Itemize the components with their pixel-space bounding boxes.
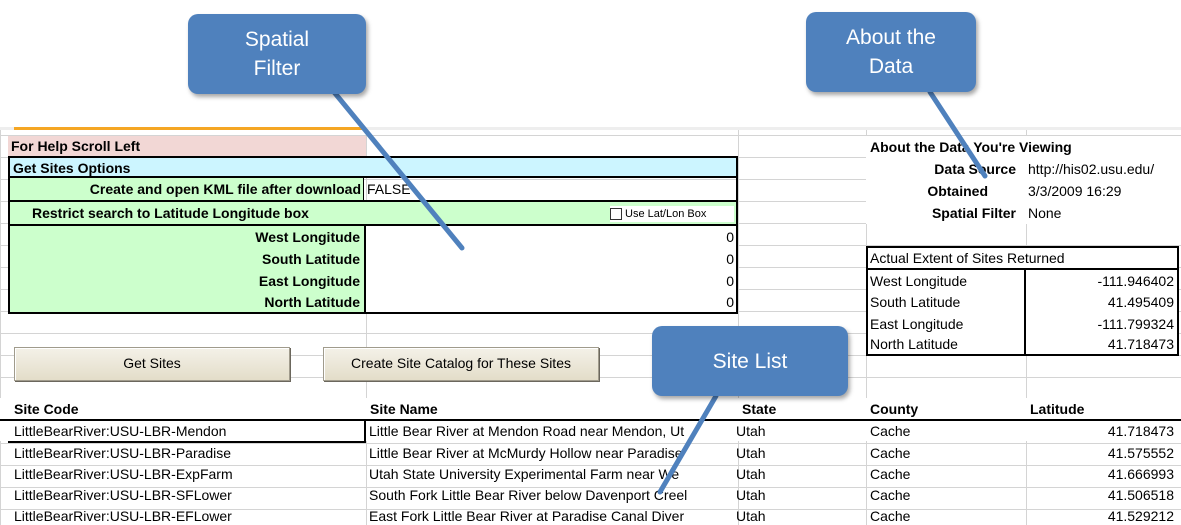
site-name-cell[interactable]: South Fork Little Bear River below Daven… (369, 485, 736, 505)
extent-east-label: East Longitude (870, 316, 964, 332)
spatial-filter-label: Spatial Filter (931, 205, 1016, 221)
kml-value-cell[interactable]: FALSE (364, 178, 738, 202)
extent-column-divider (1024, 268, 1026, 356)
about-data-callout: About the Data (806, 12, 976, 92)
obtained-label: Obtained (927, 183, 988, 199)
kml-label: Create and open KML file after download (8, 178, 364, 202)
latitude-cell[interactable]: 41.529212 (1030, 506, 1174, 525)
state-cell[interactable]: Utah (736, 485, 862, 505)
site-code-cell[interactable]: LittleBearRiver:USU-LBR-Paradise (10, 443, 364, 463)
site-code-cell[interactable]: LittleBearRiver:USU-LBR-EFLower (10, 506, 364, 525)
east-longitude-label: East Longitude (258, 273, 360, 289)
get-sites-button[interactable]: Get Sites (14, 347, 290, 381)
obtained-value: 3/3/2009 16:29 (1028, 183, 1122, 199)
column-header-site-name[interactable]: Site Name (370, 399, 734, 419)
spatial-filter-value: None (1028, 205, 1062, 221)
create-site-catalog-button[interactable]: Create Site Catalog for These Sites (323, 347, 599, 381)
extent-west-value: -111.946402 (1097, 273, 1174, 289)
use-latlon-checkbox[interactable] (610, 208, 622, 220)
column-header-state[interactable]: State (742, 399, 862, 419)
column-header-latitude[interactable]: Latitude (1030, 399, 1180, 419)
selection-indicator (14, 127, 364, 130)
extent-east-value: -111.799324 (1097, 316, 1174, 332)
site-name-cell[interactable]: East Fork Little Bear River at Paradise … (369, 506, 736, 525)
data-source-label: Data Source (934, 161, 1016, 177)
help-cell[interactable]: For Help Scroll Left (8, 136, 366, 156)
column-header-county[interactable]: County (870, 399, 1022, 419)
extent-north-value: 41.718473 (1107, 336, 1174, 352)
site-name-cell[interactable]: Utah State University Experimental Farm … (369, 464, 736, 484)
latitude-cell[interactable]: 41.506518 (1030, 485, 1174, 505)
site-name-cell[interactable]: Little Bear River at McMurdy Hollow near… (369, 443, 736, 463)
state-cell[interactable]: Utah (736, 506, 862, 525)
west-longitude-label: West Longitude (255, 229, 360, 245)
about-title: About the Data You're Viewing (870, 139, 1072, 155)
latitude-cell[interactable]: 41.718473 (1030, 421, 1174, 441)
spatial-filter-callout: Spatial Filter (188, 14, 366, 94)
north-latitude-label: North Latitude (264, 294, 360, 310)
site-list-callout-text: Site List (712, 349, 788, 373)
county-cell[interactable]: Cache (870, 464, 1022, 484)
use-latlon-label: Use Lat/Lon Box (625, 208, 707, 220)
extent-south-label: South Latitude (870, 294, 961, 310)
county-cell[interactable]: Cache (870, 485, 1022, 505)
county-cell[interactable]: Cache (870, 443, 1022, 463)
site-list-callout: Site List (652, 326, 848, 396)
stage: For Help Scroll Left Get Sites Options C… (0, 0, 1181, 525)
extent-south-value: 41.495409 (1107, 294, 1174, 310)
south-latitude-label: South Latitude (262, 251, 360, 267)
county-cell[interactable]: Cache (870, 506, 1022, 525)
state-cell[interactable]: Utah (736, 464, 862, 484)
latitude-cell[interactable]: 41.575552 (1030, 443, 1174, 463)
about-data-callout-text: About the Data (846, 26, 936, 78)
county-cell[interactable]: Cache (870, 421, 1022, 441)
column-header-site-code[interactable]: Site Code (14, 399, 364, 419)
site-code-cell[interactable]: LittleBearRiver:USU-LBR-SFLower (10, 485, 364, 505)
north-latitude-input[interactable]: 0 (368, 292, 734, 312)
extent-west-label: West Longitude (870, 273, 968, 289)
latitude-cell[interactable]: 41.666993 (1030, 464, 1174, 484)
west-longitude-input[interactable]: 0 (368, 226, 734, 248)
spatial-filter-callout-text: Spatial Filter (244, 28, 310, 80)
extent-north-label: North Latitude (870, 336, 958, 352)
get-sites-options-header: Get Sites Options (8, 156, 738, 178)
east-longitude-input[interactable]: 0 (368, 270, 734, 292)
site-name-cell[interactable]: Little Bear River at Mendon Road near Me… (369, 421, 736, 441)
site-code-cell[interactable]: LittleBearRiver:USU-LBR-ExpFarm (10, 464, 364, 484)
restrict-search-label: Restrict search to Latitude Longitude bo… (32, 205, 309, 221)
data-source-value[interactable]: http://his02.usu.edu/ (1028, 158, 1181, 180)
state-cell[interactable]: Utah (736, 443, 862, 463)
active-cell-border (8, 419, 366, 443)
south-latitude-input[interactable]: 0 (368, 248, 734, 270)
use-latlon-checkbox-control[interactable]: Use Lat/Lon Box (610, 206, 734, 222)
state-cell[interactable]: Utah (736, 421, 862, 441)
extent-title: Actual Extent of Sites Returned (870, 250, 1065, 266)
